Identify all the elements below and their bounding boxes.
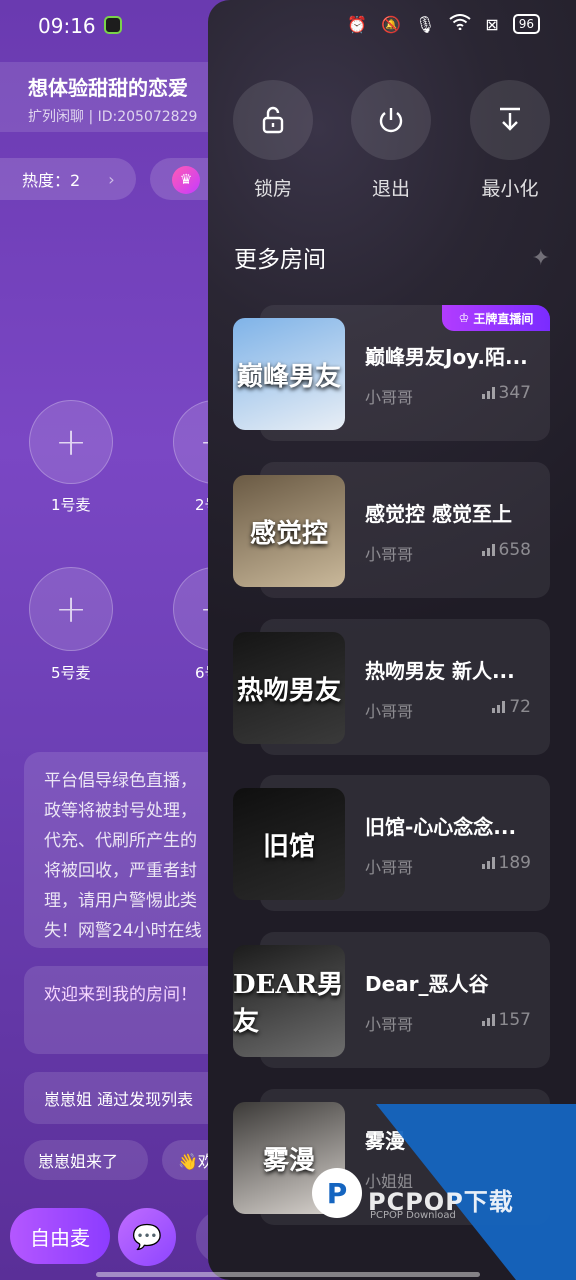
power-icon: [379, 108, 403, 133]
listener-count: 72: [492, 697, 531, 717]
room-title: Dear_恶人谷: [365, 972, 489, 996]
status-time: 09:16: [38, 14, 96, 38]
room-title: 旧馆-心心念念...: [365, 815, 517, 839]
badge-label: 王牌直播间: [473, 311, 534, 326]
more-rooms-drawer: ⏰ 🔕 🎙 ⊠ 96 锁房 退出 最小化 更多房间 ✦ 巅峰男友 巅峰男友Joy.…: [208, 0, 576, 1280]
sparkle-icon: ✦: [531, 246, 550, 271]
mic-status-icon: 🎙: [415, 14, 436, 34]
crown-icon: ♛: [172, 166, 200, 194]
signal-bars-icon: [481, 387, 495, 399]
vibrate-off-icon: 🔕: [381, 14, 401, 34]
mic-seat-5[interactable]: +: [29, 567, 113, 651]
listener-count-value: 658: [498, 540, 531, 560]
room-host-label: 小哥哥: [365, 545, 414, 564]
room-host-label: 小哥哥: [365, 1015, 414, 1034]
room-cover-image[interactable]: 感觉控: [233, 475, 345, 587]
signal-bars-icon: [481, 544, 495, 556]
room-host-label: 小哥哥: [365, 702, 414, 721]
crown-badge-icon: ♔: [458, 311, 470, 325]
listener-count: 189: [481, 853, 531, 873]
room-host-label: 小哥哥: [365, 858, 414, 877]
listener-count: 157: [481, 1010, 531, 1030]
arrival-message: 崽崽姐来了: [24, 1140, 148, 1180]
mic-label-5: 5号麦: [51, 664, 91, 682]
room-subtitle: 扩列闲聊 | ID:205072829: [28, 109, 198, 125]
listener-count-value: 157: [498, 1010, 531, 1030]
room-title: 巅峰男友Joy.陌...: [365, 345, 528, 369]
unlock-icon: [262, 106, 284, 134]
minimize-button[interactable]: [470, 80, 550, 160]
heat-label: 热度：2: [22, 171, 81, 190]
home-indicator[interactable]: [96, 1272, 480, 1277]
system-status-icons: ⏰ 🔕 🎙 ⊠ 96: [347, 14, 540, 34]
wave-hand-icon: 👋: [178, 1152, 198, 1171]
premium-room-badge: ♔ 王牌直播间: [442, 305, 550, 331]
signal-bars-icon: [481, 1014, 495, 1026]
room-title: 感觉控 感觉至上: [365, 502, 512, 526]
exit-label: 退出: [371, 178, 410, 200]
listener-count-value: 347: [498, 383, 531, 403]
watermark-logo: P: [312, 1168, 362, 1218]
room-title: 热吻男友 新人...: [365, 659, 515, 683]
room-cover-image[interactable]: DEAR男友: [233, 945, 345, 1057]
listener-count-value: 72: [509, 697, 531, 717]
chevron-right-icon: ›: [108, 169, 115, 189]
heat-pill[interactable]: 热度：2 ›: [0, 158, 136, 200]
minimize-icon: [500, 107, 520, 131]
lock-room-button[interactable]: [233, 80, 313, 160]
room-title: 想体验甜甜的恋爱: [28, 76, 188, 100]
sim-off-icon: ⊠: [485, 14, 499, 34]
listener-count: 347: [481, 383, 531, 403]
wifi-icon: [449, 14, 471, 34]
lock-room-label: 锁房: [253, 178, 292, 200]
room-cover-image[interactable]: 热吻男友: [233, 632, 345, 744]
minimize-label: 最小化: [481, 178, 539, 200]
listener-count: 658: [481, 540, 531, 560]
chat-bubble-icon: 💬: [132, 1223, 162, 1251]
chat-button[interactable]: 💬: [118, 1208, 176, 1266]
signal-bars-icon: [492, 701, 506, 713]
more-rooms-title: 更多房间: [234, 247, 326, 273]
room-host-label: 小哥哥: [365, 388, 414, 407]
exit-button[interactable]: [351, 80, 431, 160]
signal-bars-icon: [481, 857, 495, 869]
watermark-subtext: PCPOP Download: [370, 1210, 456, 1221]
listener-count-value: 189: [498, 853, 531, 873]
app-notification-icon: [104, 16, 122, 34]
free-mic-button[interactable]: 自由麦: [10, 1208, 110, 1264]
room-cover-image[interactable]: 巅峰男友: [233, 318, 345, 430]
mic-label-1: 1号麦: [51, 496, 91, 514]
room-cover-image[interactable]: 旧馆: [233, 788, 345, 900]
battery-icon: 96: [512, 14, 540, 34]
alarm-icon: ⏰: [347, 14, 368, 34]
mic-seat-1[interactable]: +: [29, 400, 113, 484]
